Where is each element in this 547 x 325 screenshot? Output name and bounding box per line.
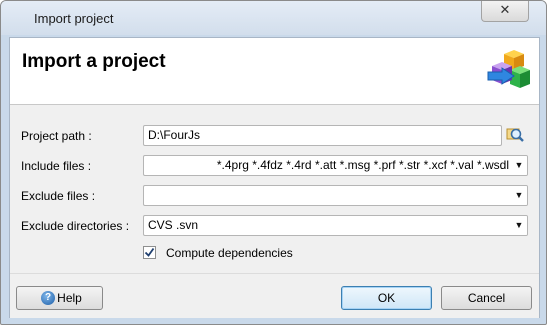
exclude-files-combo[interactable]: ▼	[143, 185, 528, 206]
compute-dependencies-label[interactable]: Compute dependencies	[166, 246, 293, 260]
ok-button[interactable]: OK	[341, 286, 432, 310]
exclude-directories-value: CVS .svn	[148, 218, 199, 232]
page-title: Import a project	[22, 51, 166, 72]
ok-button-label: OK	[377, 291, 396, 305]
dialog-content: Import a project Project path : D:\FourJ…	[9, 37, 540, 318]
help-button[interactable]: ? Help	[16, 286, 103, 310]
title-bar[interactable]: Import project ✕	[1, 1, 546, 35]
project-path-label: Project path :	[21, 129, 92, 143]
dialog-footer: ? Help OK Cancel	[10, 273, 539, 318]
dialog-header: Import a project	[10, 38, 539, 105]
project-path-value: D:\FourJs	[148, 128, 201, 142]
exclude-files-label: Exclude files :	[21, 189, 96, 203]
include-files-value: *.4prg *.4fdz *.4rd *.att *.msg *.prf *.…	[213, 158, 509, 172]
project-path-input[interactable]: D:\FourJs	[143, 125, 502, 146]
import-project-dialog: Import project ✕ Import a project Projec…	[0, 0, 547, 325]
cancel-button[interactable]: Cancel	[441, 286, 532, 310]
chevron-down-icon[interactable]: ▼	[511, 216, 527, 235]
chevron-down-icon[interactable]: ▼	[511, 156, 527, 175]
compute-dependencies-checkbox[interactable]	[143, 246, 156, 259]
window-title: Import project	[34, 11, 114, 26]
exclude-directories-label: Exclude directories :	[21, 219, 130, 233]
help-icon: ?	[41, 291, 55, 305]
browse-magnifier-icon[interactable]	[506, 126, 524, 144]
chevron-down-icon[interactable]: ▼	[511, 186, 527, 205]
close-icon: ✕	[499, 2, 511, 17]
cancel-button-label: Cancel	[467, 291, 506, 305]
exclude-directories-combo[interactable]: CVS .svn ▼	[143, 215, 528, 236]
import-boxes-icon	[487, 50, 530, 88]
include-files-label: Include files :	[21, 159, 92, 173]
check-icon	[144, 247, 155, 257]
close-button[interactable]: ✕	[481, 1, 529, 22]
include-files-combo[interactable]: *.4prg *.4fdz *.4rd *.att *.msg *.prf *.…	[143, 155, 528, 176]
